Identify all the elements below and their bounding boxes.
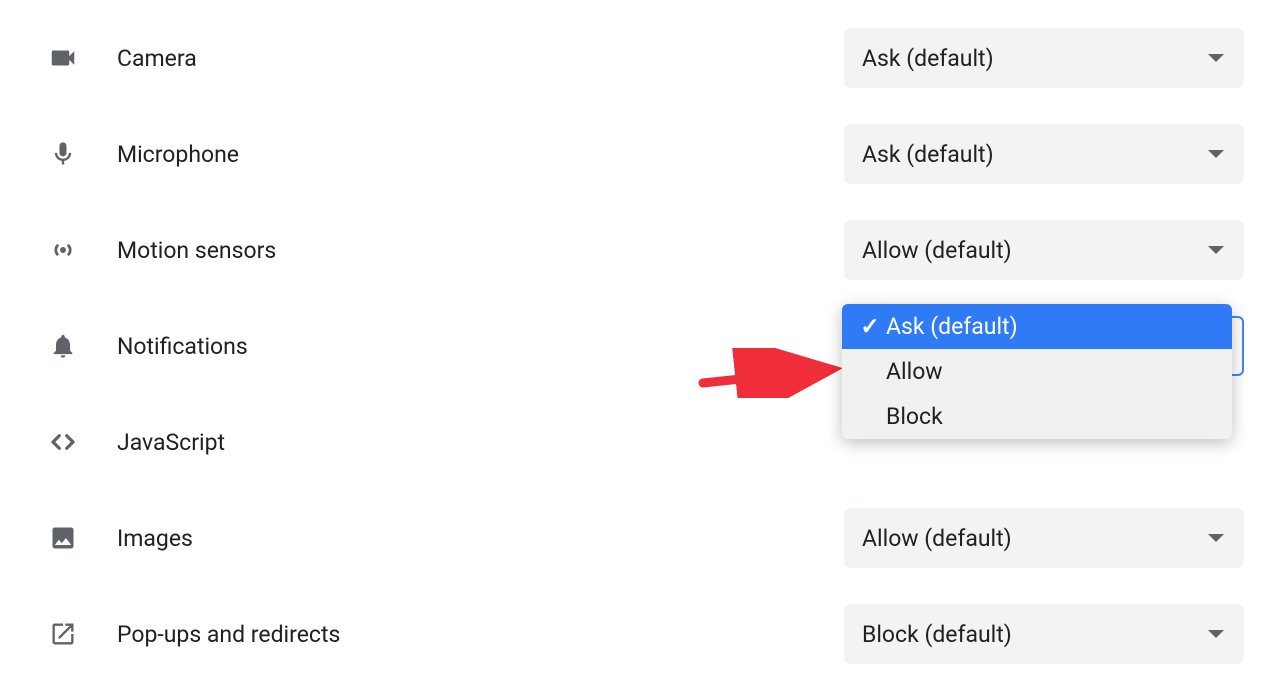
chevron-down-icon [1208,630,1224,638]
permission-label-notifications: Notifications [117,333,248,360]
permission-label-popups: Pop-ups and redirects [117,621,340,648]
permission-row-popups: Pop-ups and redirects Block (default) [45,586,1244,682]
camera-icon [45,43,81,73]
select-images[interactable]: Allow (default) [844,508,1244,568]
dropdown-option-label: Allow [886,358,943,385]
dropdown-option-block[interactable]: Block [842,394,1232,439]
chevron-down-icon [1208,150,1224,158]
code-icon [45,427,81,457]
select-value-microphone: Ask (default) [862,141,994,168]
chevron-down-icon [1208,534,1224,542]
select-value-popups: Block (default) [862,621,1012,648]
open-in-new-icon [45,620,81,648]
permission-row-motion: Motion sensors Allow (default) [45,202,1244,298]
bell-icon [45,332,81,360]
select-value-images: Allow (default) [862,525,1012,552]
select-value-motion: Allow (default) [862,237,1012,264]
select-microphone[interactable]: Ask (default) [844,124,1244,184]
dropdown-option-label: Ask (default) [886,313,1018,340]
microphone-icon [45,140,81,168]
permission-label-javascript: JavaScript [117,429,225,456]
image-icon [45,524,81,552]
chevron-down-icon [1208,246,1224,254]
permission-label-motion: Motion sensors [117,237,276,264]
permission-label-microphone: Microphone [117,141,239,168]
motion-sensors-icon [45,235,81,265]
dropdown-option-label: Block [886,403,943,430]
dropdown-notifications: ✓ Ask (default) Allow Block [842,304,1232,439]
dropdown-option-allow[interactable]: Allow [842,349,1232,394]
check-icon: ✓ [860,313,880,340]
permission-row-camera: Camera Ask (default) [45,10,1244,106]
permission-row-images: Images Allow (default) [45,490,1244,586]
permission-label-images: Images [117,525,193,552]
permission-row-microphone: Microphone Ask (default) [45,106,1244,202]
permission-label-camera: Camera [117,45,197,72]
select-popups[interactable]: Block (default) [844,604,1244,664]
select-camera[interactable]: Ask (default) [844,28,1244,88]
select-value-camera: Ask (default) [862,45,994,72]
chevron-down-icon [1208,54,1224,62]
dropdown-option-ask[interactable]: ✓ Ask (default) [842,304,1232,349]
select-motion[interactable]: Allow (default) [844,220,1244,280]
